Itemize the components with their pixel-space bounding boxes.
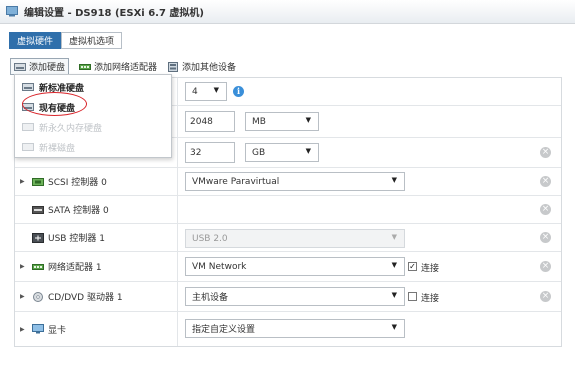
usb-label-cell: USB 控制器 1 <box>15 224 178 251</box>
expand-arrow-icon[interactable]: ▶ <box>20 263 28 270</box>
monitor-icon <box>32 324 44 334</box>
chevron-down-icon: ▼ <box>213 86 219 94</box>
scsi-type-value: VMware Paravirtual <box>192 176 280 187</box>
chevron-down-icon: ▼ <box>391 176 397 184</box>
usb-type-select: USB 2.0 ▼ <box>185 229 405 248</box>
cdrom-connect-checkbox[interactable] <box>408 292 417 301</box>
disk-size-value: 32 <box>190 147 202 158</box>
memory-size-input[interactable]: 2048 <box>185 111 235 132</box>
tab-virtual-hardware[interactable]: 虚拟硬件 <box>9 32 62 49</box>
hard-disk-icon <box>22 83 34 91</box>
remove-sata-icon[interactable]: × <box>540 204 551 215</box>
network-label-cell[interactable]: ▶ 网络适配器 1 <box>15 252 178 281</box>
usb-controller-label: USB 控制器 1 <box>48 234 105 244</box>
add-network-label: 添加网络适配器 <box>94 63 158 73</box>
hardware-toolbar: 添加硬盘 添加网络适配器 添加其他设备 <box>10 58 236 75</box>
network-value: VM Network <box>192 261 247 272</box>
network-connect-label: 连接 <box>421 264 440 274</box>
menu-item-new-pmem-disk: 新永久内存硬盘 <box>15 117 171 137</box>
scsi-controller-row: ▶ SCSI 控制器 0 VMware Paravirtual ▼ × <box>15 168 561 196</box>
hard-disk-icon <box>14 62 26 71</box>
sata-label-cell: SATA 控制器 0 <box>15 196 178 223</box>
vm-icon <box>6 6 18 17</box>
scsi-controller-label: SCSI 控制器 0 <box>48 178 107 188</box>
cdrom-label-cell[interactable]: ▶ CD/DVD 驱动器 1 <box>15 282 178 311</box>
chevron-down-icon: ▼ <box>391 323 397 331</box>
highlight-circle <box>22 92 87 116</box>
memory-unit-select[interactable]: MB ▼ <box>245 112 319 131</box>
memory-size-value: 2048 <box>190 116 213 127</box>
cdrom-label: CD/DVD 驱动器 1 <box>48 293 123 303</box>
add-disk-label: 添加硬盘 <box>29 63 66 73</box>
usb-type-value: USB 2.0 <box>192 233 228 244</box>
usb-icon <box>32 232 44 243</box>
expand-arrow-icon[interactable]: ▶ <box>20 293 28 300</box>
menu-item-label: 新裸磁盘 <box>39 143 76 154</box>
remove-hard-disk-icon[interactable]: × <box>540 147 551 158</box>
usb-controller-row: USB 控制器 1 USB 2.0 ▼ × <box>15 224 561 252</box>
add-disk-button[interactable]: 添加硬盘 <box>10 58 70 75</box>
disk-size-input[interactable]: 32 <box>185 142 235 163</box>
cdrom-connect-label: 连接 <box>421 294 440 304</box>
menu-item-new-raw-disk: 新裸磁盘 <box>15 137 171 157</box>
add-other-device-button[interactable]: 添加其他设备 <box>167 60 236 73</box>
video-settings-value: 指定自定义设置 <box>192 325 256 335</box>
expand-arrow-icon[interactable]: ▶ <box>20 178 28 185</box>
cd-dvd-icon <box>33 291 43 302</box>
network-card-icon <box>79 63 92 70</box>
pmem-disk-icon <box>22 123 34 131</box>
video-card-label: 显卡 <box>48 325 67 336</box>
cpu-count-value: 4 <box>192 86 198 97</box>
cdrom-row: ▶ CD/DVD 驱动器 1 主机设备 ▼ 连接 × <box>15 282 561 312</box>
tab-bar: 虚拟硬件 虚拟机选项 <box>9 32 123 49</box>
chevron-down-icon: ▼ <box>391 233 397 241</box>
disk-unit-select[interactable]: GB ▼ <box>245 143 319 162</box>
video-label-cell[interactable]: ▶ 显卡 <box>15 312 178 346</box>
raw-disk-icon <box>22 143 34 151</box>
expand-arrow-icon[interactable]: ▶ <box>20 326 28 333</box>
remove-scsi-icon[interactable]: × <box>540 176 551 187</box>
memory-unit-value: MB <box>252 116 266 127</box>
sata-controller-icon <box>32 205 44 214</box>
scsi-type-select[interactable]: VMware Paravirtual ▼ <box>185 172 405 191</box>
network-adapter-row: ▶ 网络适配器 1 VM Network ▼ ✓ 连接 × <box>15 252 561 282</box>
sata-controller-label: SATA 控制器 0 <box>48 206 109 216</box>
scsi-controller-icon <box>32 177 44 186</box>
network-adapter-label: 网络适配器 1 <box>48 263 102 273</box>
add-network-adapter-button[interactable]: 添加网络适配器 <box>79 60 157 73</box>
disk-unit-value: GB <box>252 147 266 158</box>
chevron-down-icon: ▼ <box>305 116 311 124</box>
tab-vm-options[interactable]: 虚拟机选项 <box>61 32 123 49</box>
cdrom-select[interactable]: 主机设备 ▼ <box>185 287 405 306</box>
chevron-down-icon: ▼ <box>305 147 311 155</box>
scsi-label-cell[interactable]: ▶ SCSI 控制器 0 <box>15 168 178 195</box>
dialog-titlebar: 编辑设置 - DS918 (ESXi 6.7 虚拟机) <box>0 0 575 24</box>
network-select[interactable]: VM Network ▼ <box>185 257 405 276</box>
video-settings-select[interactable]: 指定自定义设置 ▼ <box>185 319 405 338</box>
dialog-title: 编辑设置 - DS918 (ESXi 6.7 虚拟机) <box>24 8 204 19</box>
device-icon <box>168 61 179 72</box>
chevron-down-icon: ▼ <box>391 261 397 269</box>
menu-item-label: 新永久内存硬盘 <box>39 123 103 134</box>
add-disk-menu: 新标准硬盘 现有硬盘 新永久内存硬盘 新裸磁盘 <box>14 74 172 158</box>
sata-controller-row: SATA 控制器 0 × <box>15 196 561 224</box>
chevron-down-icon: ▼ <box>391 291 397 299</box>
add-other-label: 添加其他设备 <box>182 63 237 73</box>
network-connect-checkbox[interactable]: ✓ <box>408 262 417 271</box>
remove-network-icon[interactable]: × <box>540 261 551 272</box>
video-card-row: ▶ 显卡 指定自定义设置 ▼ <box>15 312 561 346</box>
info-icon[interactable]: i <box>233 86 244 97</box>
cpu-count-select[interactable]: 4 ▼ <box>185 82 227 101</box>
cdrom-value: 主机设备 <box>192 293 229 303</box>
remove-cdrom-icon[interactable]: × <box>540 291 551 302</box>
network-card-icon <box>32 263 44 270</box>
remove-usb-icon[interactable]: × <box>540 232 551 243</box>
